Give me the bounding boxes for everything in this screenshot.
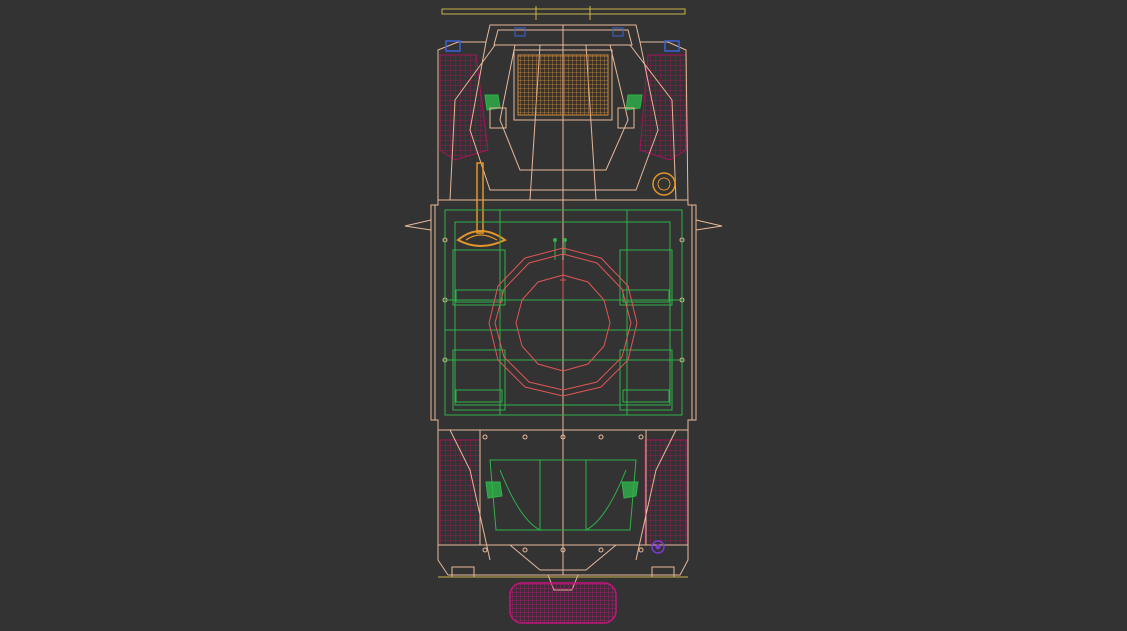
fuel-cap [652,172,676,196]
engine-grille [513,49,613,121]
3d-viewport[interactable] [0,0,1127,631]
spare-wheel [509,582,617,624]
top-bar [441,6,686,20]
vehicle-wireframe [404,6,723,624]
